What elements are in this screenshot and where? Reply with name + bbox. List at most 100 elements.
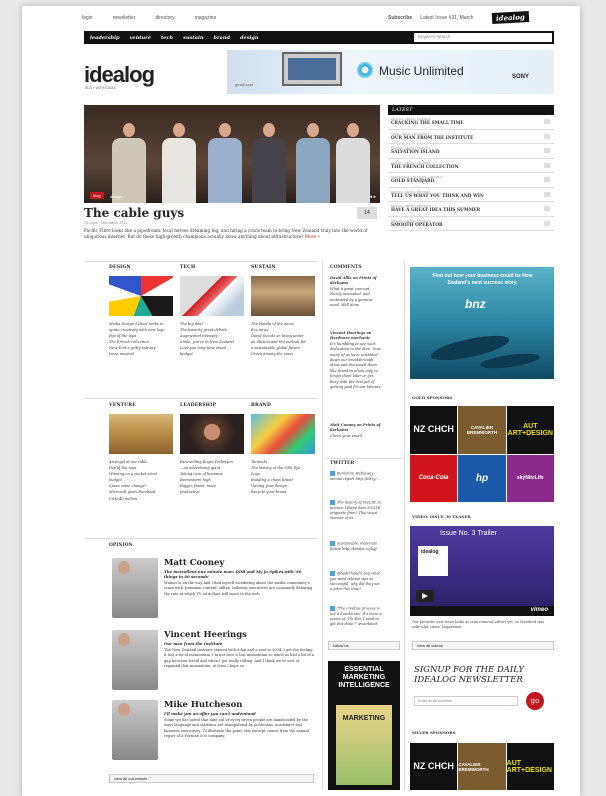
tech-thumbnail[interactable] bbox=[180, 276, 244, 316]
bnz-ad[interactable]: Find out how your business could be New … bbox=[410, 267, 554, 379]
view-all-videos-button[interactable]: view all videos bbox=[412, 641, 554, 650]
venture-article-link[interactable]: Microsoft gives Facebook US$240 million bbox=[109, 489, 173, 501]
latest-item-title[interactable]: THE FRENCH COLLECTION bbox=[391, 165, 551, 170]
latest-issue-link[interactable]: Latest Issue #31, March bbox=[420, 15, 473, 21]
nav-venture[interactable]: venture bbox=[129, 35, 150, 41]
design-article-link[interactable]: Media Design School seeks to ignite crea… bbox=[109, 321, 173, 333]
banner-ad[interactable]: gmail.com Music Unlimited SONY bbox=[227, 50, 554, 94]
column-title[interactable]: I'll make you an offer you can't underst… bbox=[164, 711, 316, 716]
columnist-name[interactable]: Vincent Heerings bbox=[164, 630, 316, 640]
leadership-thumbnail[interactable] bbox=[180, 414, 244, 454]
hero-title[interactable]: The cable guys bbox=[84, 206, 184, 220]
brand-article-link[interactable]: The history of the CBS Eye Logo bbox=[251, 465, 315, 477]
coca-cola-logo[interactable]: Coca-Cola bbox=[410, 454, 458, 502]
latest-item-title[interactable]: SALVATION ISLAND bbox=[391, 150, 551, 155]
nav-leadership[interactable]: leadership bbox=[90, 35, 119, 41]
marketing-magazine-ad[interactable]: ESSENTIAL MARKETING INTELLIGENCE MARKETI… bbox=[328, 661, 400, 790]
design-article-link[interactable]: New York's gritty subway turns musical bbox=[109, 345, 173, 357]
hero-more-link[interactable]: More » bbox=[305, 234, 320, 239]
skynitelife-logo[interactable]: skyNiteLife bbox=[506, 454, 554, 502]
hero-tag-design[interactable]: design bbox=[110, 194, 122, 199]
section-sustain-title[interactable]: SUSTAIN bbox=[251, 265, 276, 270]
aut-logo[interactable]: AUT ART+DESIGN bbox=[506, 743, 554, 790]
video-controls[interactable]: vimeo bbox=[410, 606, 554, 616]
nav-brand[interactable]: brand bbox=[214, 35, 231, 41]
latest-item-title[interactable]: TELL US WHAT YOU THINK AND WIN bbox=[391, 194, 551, 199]
columnist-photo[interactable] bbox=[112, 558, 158, 618]
subscribe-link[interactable]: Subscribe bbox=[388, 15, 412, 21]
tweet-item[interactable]: The history of 5G/LTE, in picture: Where… bbox=[330, 500, 382, 521]
comment-item[interactable]: Vincent Heerings on Hardware mechanic It'… bbox=[330, 331, 382, 390]
nav-tech[interactable]: tech bbox=[161, 35, 173, 41]
cavalier-bremworth-logo[interactable]: CAVALIER BREMWORTH bbox=[458, 406, 506, 454]
column-title[interactable]: Our man from the Institute bbox=[164, 641, 316, 646]
latest-item-title[interactable]: OUR MAN FROM THE INSTITUTE bbox=[391, 136, 551, 141]
columnist-name[interactable]: Mike Hutcheson bbox=[164, 700, 316, 710]
tweet-item[interactable]: Berkshire Hathaway annual report http://… bbox=[330, 471, 382, 482]
tech-link-list: The big deal The leaverly great debate Aug… bbox=[180, 321, 244, 358]
latest-item[interactable]: DESIGN • NEWS • 18/3/2013 SMOOTH OPERATOR bbox=[388, 217, 554, 231]
section-design-title[interactable]: DESIGN bbox=[109, 265, 131, 270]
nav-sustain[interactable]: sustain bbox=[183, 35, 203, 41]
nz-chch-logo[interactable]: NZ CHCH bbox=[410, 406, 458, 454]
sustain-article-link[interactable]: Green among the vines bbox=[251, 351, 315, 357]
comment-count-badge[interactable]: 14 bbox=[357, 207, 377, 219]
idealog-badge[interactable]: idealog bbox=[491, 11, 530, 24]
latest-item[interactable]: DESIGN • NEWS • 20/3/2013 CRACKING THE SM… bbox=[388, 115, 554, 130]
video-player[interactable]: Issue No. 3 Trailer idealog vimeo bbox=[410, 526, 554, 616]
cavalier-bremworth-logo[interactable]: CAVALIER BREMWORTH bbox=[458, 743, 506, 790]
hero-tag-blog[interactable]: blog bbox=[90, 192, 104, 199]
tech-article-link[interactable]: Love you long-time email budget bbox=[180, 345, 244, 357]
view-all-columnists-button[interactable]: view all columnists bbox=[109, 774, 314, 783]
play-icon[interactable] bbox=[416, 590, 434, 602]
util-newsletter[interactable]: newsletter bbox=[113, 15, 136, 25]
latest-item[interactable]: TECH • NEWS • 20/3/2013 OUR MAN FROM THE … bbox=[388, 130, 554, 144]
leadership-article-link[interactable]: Farewelling Roger Dickinson—an advertisi… bbox=[180, 459, 244, 471]
brand-thumbnail[interactable] bbox=[251, 414, 315, 454]
latest-item[interactable]: DESIGN • NEWS • 19/3/2013 SALVATION ISLAN… bbox=[388, 144, 554, 159]
section-venture-title[interactable]: VENTURE bbox=[109, 403, 136, 408]
latest-item-title[interactable]: HAVE A GREAT IDEA THIS SUMMER bbox=[391, 208, 551, 213]
column-title[interactable]: The marvellous one minute man: DDB and M… bbox=[164, 569, 316, 579]
tweet-item[interactable]: @baderhand's pop what you want release w… bbox=[330, 571, 382, 592]
nav-design[interactable]: design bbox=[240, 35, 259, 41]
section-leadership-title[interactable]: LEADERSHIP bbox=[180, 403, 216, 408]
columnist-photo[interactable] bbox=[112, 700, 158, 760]
latest-item-title[interactable]: CRACKING THE SMALL TIME bbox=[391, 121, 551, 126]
site-logo[interactable]: idealog bbox=[84, 62, 155, 88]
follow-us-button[interactable]: follow us bbox=[328, 641, 400, 650]
latest-item[interactable]: LEADERSHIP • FEATURE • 19/3/2013 GOLD STA… bbox=[388, 173, 554, 188]
brand-article-link[interactable]: Recycle your brand bbox=[251, 489, 315, 495]
venture-thumbnail[interactable] bbox=[109, 414, 173, 454]
latest-item[interactable]: DESIGN • NEWS • 18/3/2013 TELL US WHAT YO… bbox=[388, 188, 554, 202]
hero-image[interactable]: blog design ◂ ▸ bbox=[84, 105, 380, 203]
tweet-item[interactable]: Sustainable: materials future http://kiw… bbox=[330, 541, 382, 552]
hero-nav-arrows-icon[interactable]: ◂ ▸ bbox=[369, 194, 376, 200]
section-brand-title[interactable]: BRAND bbox=[251, 403, 271, 408]
tweet-item[interactable]: "The creative process is not a Eureka on… bbox=[330, 606, 382, 627]
latest-item-title[interactable]: GOLD STANDARD bbox=[391, 179, 551, 184]
comment-item[interactable]: David Allis on Prints of darkness What a … bbox=[330, 276, 382, 308]
util-magazine[interactable]: magazine bbox=[195, 15, 217, 25]
latest-item[interactable]: DESIGN • NEWS • 18/3/2013 HAVE A GREAT ID… bbox=[388, 202, 554, 217]
hp-logo[interactable]: hp bbox=[458, 454, 506, 502]
columnist-name[interactable]: Matt Cooney bbox=[164, 558, 316, 568]
util-directory[interactable]: directory bbox=[155, 15, 174, 25]
comment-item[interactable]: Matt Cooney on Prints of darkness Check y… bbox=[330, 423, 382, 439]
latest-item[interactable]: DESIGN • NEWS • 19/3/2013 THE FRENCH COLL… bbox=[388, 159, 554, 173]
search-input[interactable]: Keyword search bbox=[414, 33, 552, 42]
sustain-thumbnail[interactable] bbox=[251, 276, 315, 316]
vimeo-logo[interactable]: vimeo bbox=[531, 607, 548, 613]
newsletter-submit-button[interactable]: go bbox=[526, 692, 544, 710]
venture-article-link[interactable]: Winning on a pocket-sized budget bbox=[109, 471, 173, 483]
util-login[interactable]: login bbox=[82, 15, 93, 25]
aut-logo[interactable]: AUT ART+DESIGN bbox=[506, 406, 554, 454]
latest-item-title[interactable]: SMOOTH OPERATOR bbox=[391, 223, 551, 228]
nz-chch-logo[interactable]: NZ CHCH bbox=[410, 743, 458, 790]
design-thumbnail[interactable] bbox=[109, 276, 173, 316]
leadership-article-link[interactable]: Bigger, faster, more productive bbox=[180, 483, 244, 495]
section-tech-title[interactable]: TECH bbox=[180, 265, 195, 270]
sustain-article-link[interactable]: David Suzuki on living under an illusion… bbox=[251, 333, 315, 351]
newsletter-email-input[interactable]: Enter email address bbox=[414, 696, 518, 706]
columnist-photo[interactable] bbox=[112, 630, 158, 690]
